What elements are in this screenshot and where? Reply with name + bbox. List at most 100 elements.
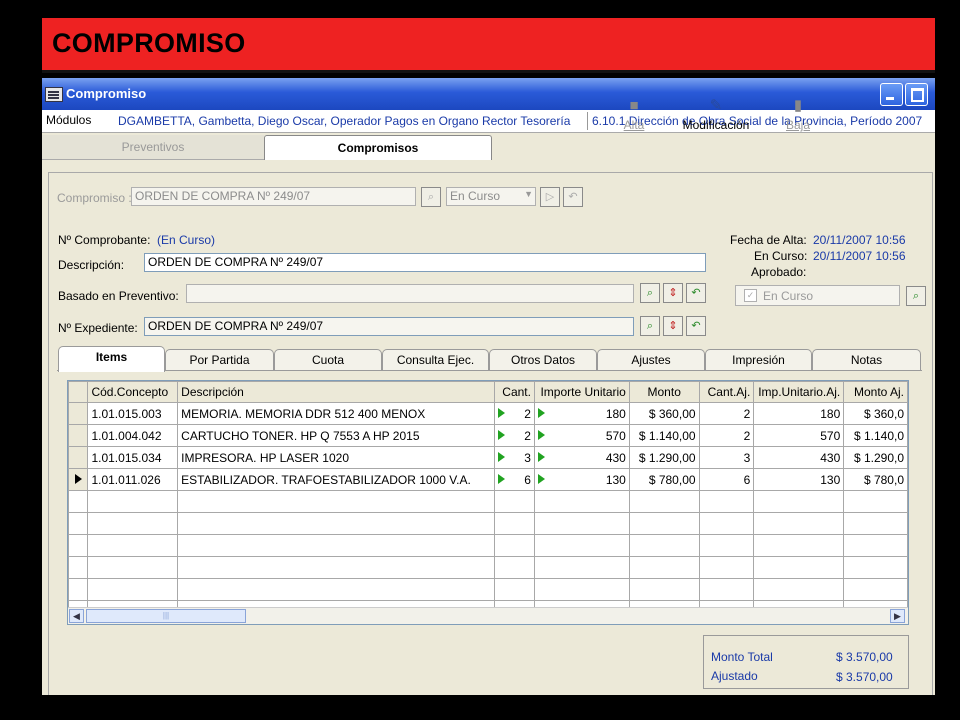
aprobado-search-button[interactable]: ⌕: [906, 286, 926, 306]
alta-button[interactable]: ■ Alta: [591, 98, 677, 142]
table-row[interactable]: 1.01.011.026 ESTABILIZADOR. TRAFOESTABILI…: [68, 468, 908, 491]
cell-descripcion[interactable]: MEMORIA. MEMORIA DDR 512 400 MENOX: [177, 402, 496, 425]
cell-monto[interactable]: $ 360,00: [628, 402, 700, 425]
baja-button[interactable]: ▮ Baja: [755, 98, 841, 142]
col-monto-aj[interactable]: Monto Aj.: [843, 381, 908, 403]
cell-cant-aj[interactable]: 6: [698, 468, 755, 491]
items-grid[interactable]: Cód.Concepto Descripción Cant. Importe U…: [67, 380, 909, 625]
cell-imp-unitario-aj[interactable]: 180: [753, 402, 845, 425]
compromiso-field[interactable]: ORDEN DE COMPRA Nº 249/07: [131, 187, 416, 206]
tab-impresion[interactable]: Impresión: [705, 349, 812, 371]
horizontal-scrollbar[interactable]: ◀ ||| ▶: [68, 607, 908, 624]
cell-monto[interactable]: $ 1.290,00: [628, 446, 700, 469]
cell-monto-aj[interactable]: $ 1.290,0: [843, 446, 908, 469]
cell-imp-unitario-aj[interactable]: 130: [753, 468, 845, 491]
row-indicator[interactable]: [68, 468, 89, 491]
cell-cod-concepto[interactable]: 1.01.004.042: [87, 424, 179, 447]
play-icon[interactable]: [537, 451, 545, 462]
minimize-button[interactable]: [880, 83, 903, 106]
cell-descripcion[interactable]: ESTABILIZADOR. TRAFOESTABILIZADOR 1000 V…: [177, 468, 496, 491]
tab-consulta-ejec[interactable]: Consulta Ejec.: [382, 349, 489, 371]
cell-monto[interactable]: $ 1.140,00: [628, 424, 700, 447]
modificacion-button[interactable]: ✎ Modificación: [673, 98, 759, 142]
cell-importe-unitario[interactable]: 180: [533, 402, 630, 425]
cell-cod-concepto[interactable]: 1.01.011.026: [87, 468, 179, 491]
fecha-alta-label: Fecha de Alta:: [730, 233, 807, 247]
col-cod-concepto[interactable]: Cód.Concepto: [87, 381, 179, 403]
play-icon[interactable]: [498, 473, 506, 484]
tab-ajustes[interactable]: Ajustes: [597, 349, 705, 371]
cell-imp-unitario-aj[interactable]: 430: [753, 446, 845, 469]
next-button[interactable]: ▷: [540, 187, 560, 207]
cell-descripcion[interactable]: IMPRESORA. HP LASER 1020: [177, 446, 496, 469]
cell-cant[interactable]: 3: [494, 446, 535, 469]
cell-importe-unitario-value: 430: [605, 450, 626, 465]
tab-cuota[interactable]: Cuota: [274, 349, 382, 371]
preventivo-field[interactable]: [186, 284, 634, 303]
tab-otros-datos[interactable]: Otros Datos: [489, 349, 597, 371]
cell-cant[interactable]: 6: [494, 468, 535, 491]
cell-importe-unitario[interactable]: 130: [533, 468, 630, 491]
cell-cant-aj[interactable]: 2: [698, 424, 755, 447]
cell-monto-aj[interactable]: $ 360,0: [843, 402, 908, 425]
col-cant-aj[interactable]: Cant.Aj.: [698, 381, 755, 403]
undo-button[interactable]: ↶: [563, 187, 583, 207]
table-row[interactable]: 1.01.015.034 IMPRESORA. HP LASER 1020 3 430…: [68, 446, 908, 469]
col-imp-unitario-aj[interactable]: Imp.Unitario.Aj.: [753, 381, 845, 403]
aprobado-checkbox[interactable]: ✓: [744, 289, 757, 302]
tab-preventivos[interactable]: Preventivos: [42, 135, 264, 160]
play-icon[interactable]: [537, 473, 545, 484]
descripcion-field[interactable]: ORDEN DE COMPRA Nº 249/07: [144, 253, 706, 272]
maximize-button[interactable]: [905, 83, 928, 106]
tab-items[interactable]: Items: [58, 346, 165, 372]
play-icon[interactable]: [498, 429, 506, 440]
cell-cod-concepto[interactable]: 1.01.015.003: [87, 402, 179, 425]
col-descripcion[interactable]: Descripción: [177, 381, 496, 403]
up-down-icon: ⇕: [668, 287, 678, 299]
preventivo-search-button[interactable]: ⌕: [640, 283, 660, 303]
cell-cant-aj[interactable]: 3: [698, 446, 755, 469]
play-icon[interactable]: [537, 429, 545, 440]
scroll-right-icon[interactable]: ▶: [890, 609, 905, 623]
cell-monto-aj[interactable]: $ 1.140,0: [843, 424, 908, 447]
cell-cod-concepto[interactable]: 1.01.015.034: [87, 446, 179, 469]
cell-monto[interactable]: $ 780,00: [628, 468, 700, 491]
preventivo-undo-button[interactable]: ↶: [686, 283, 706, 303]
row-indicator[interactable]: [68, 424, 89, 447]
table-row[interactable]: 1.01.015.003 MEMORIA. MEMORIA DDR 512 400…: [68, 402, 908, 425]
undo-icon: ↶: [691, 320, 701, 332]
row-indicator[interactable]: [68, 402, 89, 425]
preventivo-sort-button[interactable]: ⇕: [663, 283, 683, 303]
expediente-sort-button[interactable]: ⇕: [663, 316, 683, 336]
expediente-field[interactable]: ORDEN DE COMPRA Nº 249/07: [144, 317, 634, 336]
cell-importe-unitario[interactable]: 570: [533, 424, 630, 447]
play-icon[interactable]: [537, 407, 545, 418]
table-row[interactable]: 1.01.004.042 CARTUCHO TONER. HP Q 7553 A …: [68, 424, 908, 447]
cell-importe-unitario[interactable]: 430: [533, 446, 630, 469]
grid-header-row: Cód.Concepto Descripción Cant. Importe U…: [68, 381, 908, 403]
col-importe-unitario[interactable]: Importe Unitario: [533, 381, 630, 403]
cell-cant[interactable]: 2: [494, 402, 535, 425]
col-cant[interactable]: Cant.: [494, 381, 535, 403]
play-icon[interactable]: [498, 407, 506, 418]
cell-cant-value: 3: [524, 450, 531, 465]
search-button[interactable]: ⌕: [421, 187, 441, 207]
col-monto[interactable]: Monto: [628, 381, 700, 403]
scroll-thumb[interactable]: |||: [86, 609, 246, 623]
aprobado-box: [735, 285, 900, 306]
estado-select[interactable]: En Curso ▼: [446, 187, 536, 206]
cell-cant[interactable]: 2: [494, 424, 535, 447]
scroll-left-icon[interactable]: ◀: [69, 609, 84, 623]
expediente-search-button[interactable]: ⌕: [640, 316, 660, 336]
expediente-undo-button[interactable]: ↶: [686, 316, 706, 336]
cell-monto-aj[interactable]: $ 780,0: [843, 468, 908, 491]
cell-descripcion[interactable]: CARTUCHO TONER. HP Q 7553 A HP 2015: [177, 424, 496, 447]
tab-notas[interactable]: Notas: [812, 349, 921, 371]
cell-cant-aj[interactable]: 2: [698, 402, 755, 425]
cell-imp-unitario-aj[interactable]: 570: [753, 424, 845, 447]
play-icon[interactable]: [498, 451, 506, 462]
tab-por-partida[interactable]: Por Partida: [165, 349, 274, 371]
preventivo-label: Basado en Preventivo:: [58, 289, 179, 303]
tab-compromisos[interactable]: Compromisos: [264, 135, 492, 160]
row-indicator[interactable]: [68, 446, 89, 469]
